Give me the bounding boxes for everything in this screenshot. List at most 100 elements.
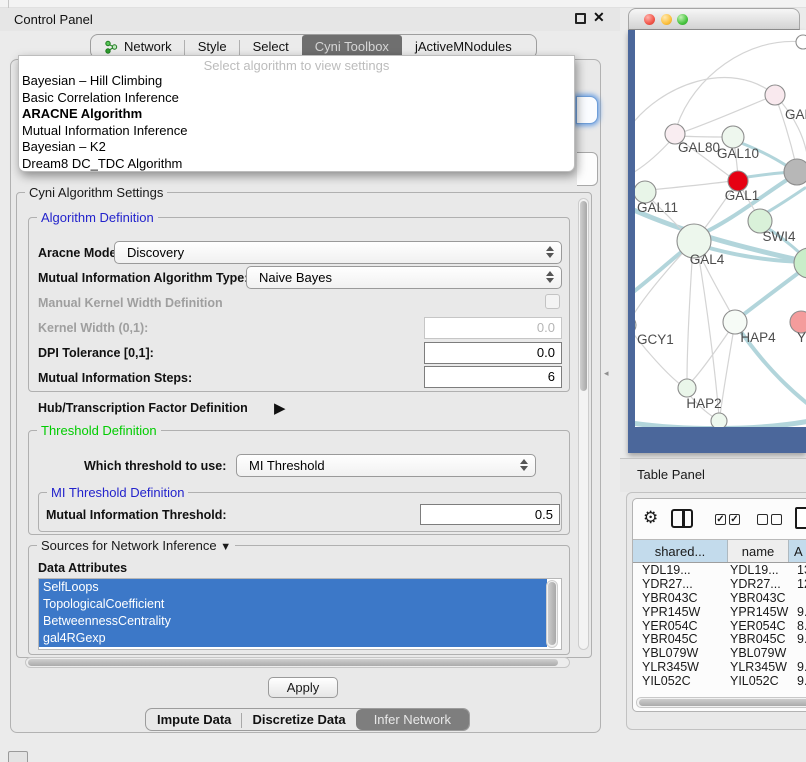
mi-algorithm-type-label: Mutual Information Algorithm Type: xyxy=(38,271,248,285)
deselect-all-checkbox-icon2[interactable] xyxy=(771,514,782,525)
close-panel-icon[interactable]: ✕ xyxy=(593,9,605,26)
mi-algorithm-type-combobox[interactable]: Naive Bayes xyxy=(246,266,562,289)
kernel-width-field[interactable]: 0.0 xyxy=(424,317,562,339)
algorithm-option-dream8[interactable]: Dream8 DC_TDC Algorithm xyxy=(19,156,574,172)
network-node[interactable] xyxy=(678,379,696,397)
threshold-definition-title: Threshold Definition xyxy=(37,423,161,438)
network-node-label: GCY1 xyxy=(637,332,674,347)
cell-name: YLR345W xyxy=(728,661,792,675)
table-column-layout-icon[interactable] xyxy=(671,509,693,528)
tab-infer-network[interactable]: Infer Network xyxy=(356,709,469,730)
network-edge xyxy=(739,268,805,318)
network-node[interactable] xyxy=(784,159,806,185)
attribute-item-gal4rgexp[interactable]: gal4RGexp xyxy=(39,630,547,647)
mi-steps-label: Mutual Information Steps: xyxy=(38,371,192,385)
table-row[interactable]: YPR145WYPR145W9. xyxy=(633,606,806,620)
dpi-tolerance-field[interactable]: 0.0 xyxy=(424,342,562,364)
tab-discretize-data[interactable]: Discretize Data xyxy=(242,709,355,730)
network-node-label: GAL11 xyxy=(637,200,678,215)
network-edge xyxy=(635,138,673,176)
table-row[interactable]: YDL19...YDL19...13 xyxy=(633,564,806,578)
table-row[interactable]: YBR043CYBR043C xyxy=(633,592,806,606)
algorithm-option-aracne[interactable]: ARACNE Algorithm xyxy=(19,106,574,123)
tab-impute-data[interactable]: Impute Data xyxy=(146,709,242,730)
network-node[interactable] xyxy=(796,35,806,49)
network-node-label: GAL xyxy=(785,107,806,122)
network-edge xyxy=(635,78,775,128)
which-threshold-combobox[interactable]: MI Threshold xyxy=(236,454,536,477)
table-horizontal-scrollbar-thumb[interactable] xyxy=(639,699,806,706)
table-row[interactable]: YBL079WYBL079W xyxy=(633,647,806,661)
table-row[interactable]: YER054CYER054C8. xyxy=(633,620,806,634)
attribute-item-betweennesscentrality[interactable]: BetweennessCentrality xyxy=(39,613,547,630)
tab-network-label: Network xyxy=(124,39,172,54)
table-panel-title: Table Panel xyxy=(637,467,705,482)
select-all-checkbox-icon[interactable]: ✓ xyxy=(715,514,726,525)
table-function-icon[interactable] xyxy=(795,507,806,529)
table-settings-gear-icon[interactable]: ⚙ xyxy=(643,508,658,528)
network-edge xyxy=(650,181,732,190)
attribute-item-selfloops[interactable]: SelfLoops xyxy=(39,579,547,596)
attributes-list-scrollbar[interactable] xyxy=(546,580,558,648)
hub-expand-icon[interactable]: ▶ xyxy=(274,399,286,417)
window-zoom-icon[interactable] xyxy=(677,14,688,25)
network-node[interactable] xyxy=(722,126,744,148)
docked-panel-icon[interactable] xyxy=(8,751,28,762)
table-row[interactable]: YBR045CYBR045C9. xyxy=(633,633,806,647)
sources-group-title: Sources for Network Inference ▼ xyxy=(37,538,235,553)
network-node[interactable] xyxy=(765,85,785,105)
network-node[interactable] xyxy=(711,413,727,427)
manual-kernel-width-label: Manual Kernel Width Definition xyxy=(38,296,223,310)
algorithm-option-bayesian-k2[interactable]: Bayesian – K2 xyxy=(19,139,574,156)
cell-name: YBR043C xyxy=(728,592,792,606)
network-tab-icon xyxy=(104,40,118,54)
panel-divider-grip[interactable]: ◂ xyxy=(604,368,612,378)
sources-collapse-icon[interactable]: ▼ xyxy=(220,541,231,553)
mi-threshold-field[interactable]: 0.5 xyxy=(420,504,560,525)
mi-threshold-label: Mutual Information Threshold: xyxy=(46,508,227,522)
table-horizontal-scrollbar[interactable] xyxy=(636,697,806,708)
network-canvas[interactable]: GALGAL80GAL10GAL1GAL11SWI4GAL4HAP4YGCY1H… xyxy=(635,30,806,427)
select-all-checkbox-icon2[interactable]: ✓ xyxy=(729,514,740,525)
window-minimize-icon[interactable] xyxy=(661,14,672,25)
settings-vertical-scrollbar-thumb[interactable] xyxy=(580,201,587,391)
app-top-divider xyxy=(8,0,9,8)
network-node[interactable] xyxy=(635,316,636,334)
settings-horizontal-scrollbar[interactable] xyxy=(25,657,570,668)
algorithm-option-bayesian-hill-climbing[interactable]: Bayesian – Hill Climbing xyxy=(19,73,574,90)
attributes-list-scrollbar-thumb[interactable] xyxy=(548,582,556,645)
network-node-label: GAL4 xyxy=(690,252,725,267)
attribute-item-topologicalcoefficient[interactable]: TopologicalCoefficient xyxy=(39,596,547,613)
cell-shared: YDR27... xyxy=(633,578,728,592)
mi-threshold-group-title: MI Threshold Definition xyxy=(47,485,188,500)
tab-jactivemnodules-label: jActiveMNodules xyxy=(415,39,512,54)
cell-name: YIL052C xyxy=(728,675,792,686)
cell-value: 9. xyxy=(792,633,806,647)
column-header-shared-name[interactable]: shared... xyxy=(633,540,728,562)
settings-vertical-scrollbar[interactable] xyxy=(578,198,589,650)
settings-horizontal-scrollbar-thumb[interactable] xyxy=(28,659,558,666)
column-header-third[interactable]: A xyxy=(789,540,806,562)
aracne-mode-combobox[interactable]: Discovery xyxy=(114,241,562,264)
apply-button[interactable]: Apply xyxy=(268,677,338,698)
algorithm-combobox-focused-edge[interactable] xyxy=(576,96,598,124)
algorithm-option-basic-correlation[interactable]: Basic Correlation Inference xyxy=(19,90,574,107)
table-row[interactable]: YIL052CYIL052C9. xyxy=(633,675,806,686)
data-attributes-label: Data Attributes xyxy=(38,561,127,575)
network-window-titlebar[interactable] xyxy=(628,8,800,30)
table-row[interactable]: YLR345WYLR345W9. xyxy=(633,661,806,675)
network-edge xyxy=(679,136,727,137)
float-panel-icon[interactable] xyxy=(575,13,586,24)
network-node-label: Y xyxy=(797,330,806,345)
deselect-all-checkbox-icon[interactable] xyxy=(757,514,768,525)
table-row[interactable]: YDR27...YDR27...12 xyxy=(633,578,806,592)
cell-name: YDR27... xyxy=(728,578,792,592)
manual-kernel-width-checkbox[interactable] xyxy=(545,294,560,309)
cell-shared: YPR145W xyxy=(633,606,728,620)
data-attributes-list[interactable]: SelfLoops TopologicalCoefficient Between… xyxy=(38,578,562,650)
tab-impute-data-label: Impute Data xyxy=(157,712,231,727)
algorithm-option-mutual-information[interactable]: Mutual Information Inference xyxy=(19,123,574,140)
mi-steps-field[interactable]: 6 xyxy=(424,366,562,388)
column-header-name[interactable]: name xyxy=(728,540,789,562)
window-close-icon[interactable] xyxy=(644,14,655,25)
